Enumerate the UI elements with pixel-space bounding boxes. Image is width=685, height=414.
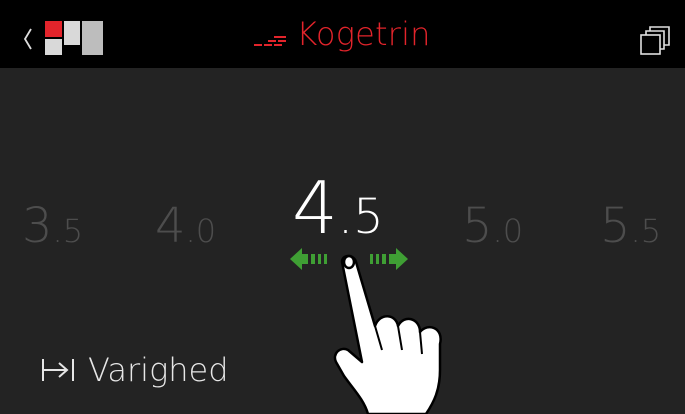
page-title: Kogetrin bbox=[0, 14, 685, 54]
heat-level-icon bbox=[254, 36, 287, 46]
value-option[interactable]: 5.5 bbox=[600, 198, 661, 254]
copy-windows-icon[interactable] bbox=[639, 26, 671, 56]
duration-label: Varighed bbox=[88, 351, 229, 389]
cooking-step-screen: Kogetrin 3.5 4.0 4.5 5.0 5.5 Varighed bbox=[0, 0, 685, 414]
value-option[interactable]: 5.0 bbox=[462, 198, 523, 254]
value-option[interactable]: 3.5 bbox=[22, 198, 83, 254]
duration-button[interactable]: Varighed bbox=[40, 350, 229, 390]
page-title-text: Kogetrin bbox=[296, 15, 431, 53]
header-bar: Kogetrin bbox=[0, 0, 685, 68]
selected-value[interactable]: 4.5 bbox=[292, 166, 384, 250]
tap-hand-icon bbox=[333, 254, 442, 414]
value-option[interactable]: 4.0 bbox=[155, 198, 216, 254]
duration-to-end-icon bbox=[42, 359, 74, 381]
